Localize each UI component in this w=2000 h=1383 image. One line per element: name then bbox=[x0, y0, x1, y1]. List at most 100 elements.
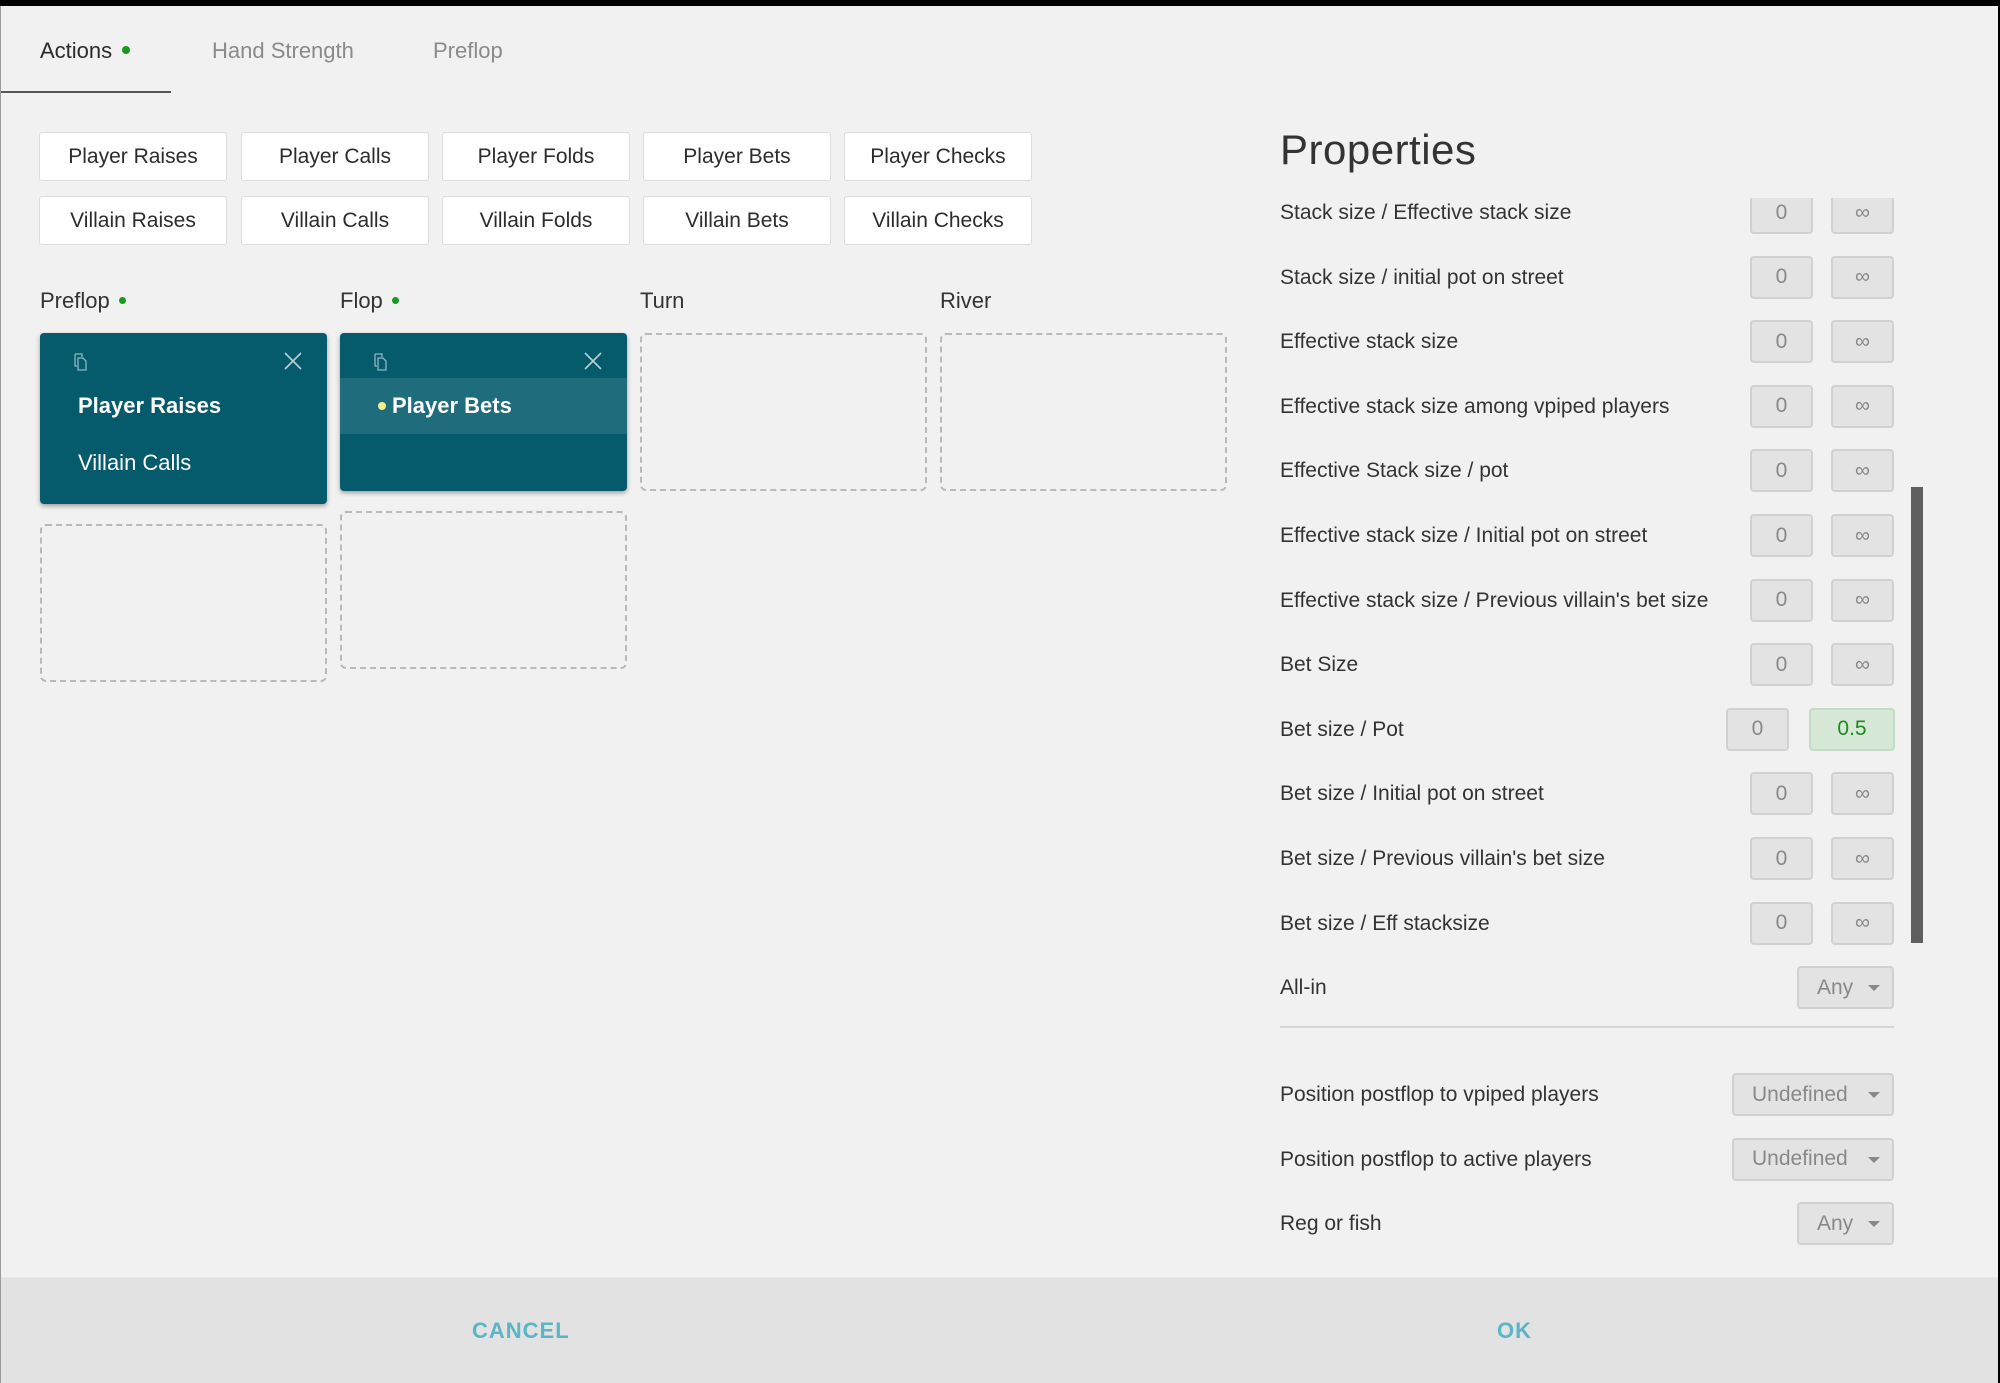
preflop-drop-zone[interactable] bbox=[40, 524, 327, 682]
street-label-flop: Flop bbox=[340, 288, 399, 314]
preflop-action-card[interactable]: Player Raises Villain Calls bbox=[40, 333, 327, 504]
copy-icon[interactable] bbox=[72, 353, 88, 371]
property-label: Bet size / Previous villain's bet size bbox=[1280, 847, 1605, 870]
card-action-item[interactable]: Player Raises bbox=[40, 378, 327, 434]
player-folds-button[interactable]: Player Folds bbox=[442, 132, 630, 181]
player-raises-button[interactable]: Player Raises bbox=[39, 132, 227, 181]
properties-title: Properties bbox=[1280, 126, 1477, 173]
active-tab-underline bbox=[1, 91, 171, 93]
max-value-input[interactable]: ∞ bbox=[1831, 772, 1894, 816]
min-value-input[interactable]: 0 bbox=[1750, 772, 1813, 816]
min-value-input[interactable]: 0 bbox=[1750, 837, 1813, 880]
property-dropdown[interactable]: Any bbox=[1797, 1202, 1894, 1246]
player-calls-button[interactable]: Player Calls bbox=[241, 132, 429, 181]
property-row: Bet size / Eff stacksize 0 ∞ bbox=[1271, 899, 1901, 949]
property-label: Position postflop to vpiped players bbox=[1280, 1083, 1599, 1107]
max-value-input[interactable]: ∞ bbox=[1831, 198, 1894, 234]
max-value-input[interactable]: ∞ bbox=[1831, 255, 1894, 299]
min-value-input[interactable]: 0 bbox=[1750, 901, 1813, 945]
cancel-button[interactable]: CANCEL bbox=[472, 1318, 570, 1344]
dropdown-value: Undefined bbox=[1752, 1082, 1848, 1106]
ok-button[interactable]: OK bbox=[1497, 1318, 1532, 1344]
max-value-input[interactable]: 0.5 bbox=[1809, 707, 1895, 751]
property-row: Effective Stack size / pot 0 ∞ bbox=[1271, 446, 1901, 496]
min-value-input[interactable]: 0 bbox=[1750, 514, 1813, 557]
street-indicator-dot bbox=[391, 296, 399, 304]
villain-bets-button[interactable]: Villain Bets bbox=[643, 196, 831, 245]
chevron-down-icon bbox=[1868, 985, 1880, 992]
property-label: Effective stack size bbox=[1280, 330, 1459, 354]
min-value-input[interactable]: 0 bbox=[1750, 449, 1813, 493]
copy-icon[interactable] bbox=[372, 353, 388, 371]
tab-preflop[interactable]: Preflop bbox=[433, 38, 503, 64]
property-row: Bet size / Previous villain's bet size 0 ∞ bbox=[1271, 834, 1901, 884]
dropdown-value: Any bbox=[1817, 1211, 1854, 1235]
turn-drop-zone[interactable] bbox=[640, 333, 927, 491]
chevron-down-icon bbox=[1868, 1092, 1880, 1099]
property-label: Stack size / initial pot on street bbox=[1280, 265, 1564, 289]
street-label-turn: Turn bbox=[640, 288, 684, 314]
flop-drop-zone[interactable] bbox=[340, 511, 627, 669]
min-value-input[interactable]: 0 bbox=[1750, 578, 1813, 622]
property-dropdown[interactable]: Undefined bbox=[1732, 1137, 1894, 1181]
property-row: Effective stack size 0 ∞ bbox=[1271, 317, 1901, 367]
river-drop-zone[interactable] bbox=[940, 333, 1227, 491]
street-label-preflop: Preflop bbox=[40, 288, 126, 314]
max-value-input[interactable]: ∞ bbox=[1831, 384, 1894, 428]
property-row: Reg or fish Any bbox=[1271, 1199, 1901, 1249]
property-label: Effective stack size among vpiped player… bbox=[1280, 394, 1670, 418]
property-row: Bet Size 0 ∞ bbox=[1271, 640, 1901, 690]
villain-checks-button[interactable]: Villain Checks bbox=[844, 196, 1032, 245]
street-label-river: River bbox=[940, 288, 991, 314]
min-value-input[interactable]: 0 bbox=[1750, 198, 1813, 234]
property-row: Stack size / initial pot on street 0 ∞ bbox=[1271, 253, 1901, 303]
selected-indicator-dot bbox=[378, 402, 386, 410]
close-icon[interactable] bbox=[583, 351, 603, 371]
max-value-input[interactable]: ∞ bbox=[1831, 449, 1894, 493]
player-bets-button[interactable]: Player Bets bbox=[643, 132, 831, 181]
max-value-input[interactable]: ∞ bbox=[1831, 320, 1894, 364]
property-dropdown[interactable]: Undefined bbox=[1732, 1073, 1894, 1117]
villain-calls-button[interactable]: Villain Calls bbox=[241, 196, 429, 245]
min-value-input[interactable]: 0 bbox=[1726, 707, 1789, 751]
property-label: Bet size / Pot bbox=[1280, 717, 1404, 741]
max-value-input[interactable]: ∞ bbox=[1831, 643, 1894, 687]
chevron-down-icon bbox=[1868, 1221, 1880, 1228]
tab-label: Preflop bbox=[433, 38, 503, 63]
property-label: Position postflop to active players bbox=[1280, 1147, 1592, 1171]
max-value-input[interactable]: ∞ bbox=[1831, 901, 1894, 945]
villain-folds-button[interactable]: Villain Folds bbox=[442, 196, 630, 245]
property-row: Effective stack size among vpiped player… bbox=[1271, 382, 1901, 432]
min-value-input[interactable]: 0 bbox=[1750, 320, 1813, 364]
max-value-input[interactable]: ∞ bbox=[1831, 837, 1894, 880]
property-label: Reg or fish bbox=[1280, 1212, 1382, 1236]
max-value-input[interactable]: ∞ bbox=[1831, 578, 1894, 622]
card-action-item-selected[interactable]: Player Bets bbox=[340, 378, 627, 434]
min-value-input[interactable]: 0 bbox=[1750, 255, 1813, 299]
property-row: Bet size / Pot 0 0.5 bbox=[1271, 705, 1901, 755]
close-icon[interactable] bbox=[283, 351, 303, 371]
property-label: Bet size / Eff stacksize bbox=[1280, 911, 1490, 935]
tab-hand-strength[interactable]: Hand Strength bbox=[212, 38, 354, 64]
tab-actions[interactable]: Actions bbox=[40, 38, 131, 64]
max-value-input[interactable]: ∞ bbox=[1831, 514, 1894, 557]
street-name: Preflop bbox=[40, 288, 110, 313]
property-row: Position postflop to active players Undef… bbox=[1271, 1135, 1901, 1185]
dropdown-value: Undefined bbox=[1752, 1147, 1848, 1171]
flop-action-card[interactable]: Player Bets bbox=[340, 333, 627, 491]
tab-label: Actions bbox=[40, 38, 113, 63]
tab-bar: Actions Hand Strength Preflop bbox=[1, 6, 801, 94]
property-row-all-in: All-in Any bbox=[1271, 963, 1901, 1013]
min-value-input[interactable]: 0 bbox=[1750, 643, 1813, 687]
card-action-item[interactable]: Villain Calls bbox=[40, 435, 327, 491]
player-checks-button[interactable]: Player Checks bbox=[844, 132, 1032, 181]
property-label: Stack size / Effective stack size bbox=[1280, 201, 1572, 224]
dropdown-value: Any bbox=[1817, 975, 1854, 999]
properties-scrollbar[interactable] bbox=[1911, 487, 1923, 943]
min-value-input[interactable]: 0 bbox=[1750, 384, 1813, 428]
property-row: Effective stack size / Previous villain'… bbox=[1271, 576, 1901, 626]
property-label: Bet Size bbox=[1280, 653, 1359, 677]
all-in-dropdown[interactable]: Any bbox=[1797, 966, 1894, 1010]
filter-editor-dialog: Actions Hand Strength Preflop Player Rai… bbox=[0, 6, 1998, 1383]
villain-raises-button[interactable]: Villain Raises bbox=[39, 196, 227, 245]
